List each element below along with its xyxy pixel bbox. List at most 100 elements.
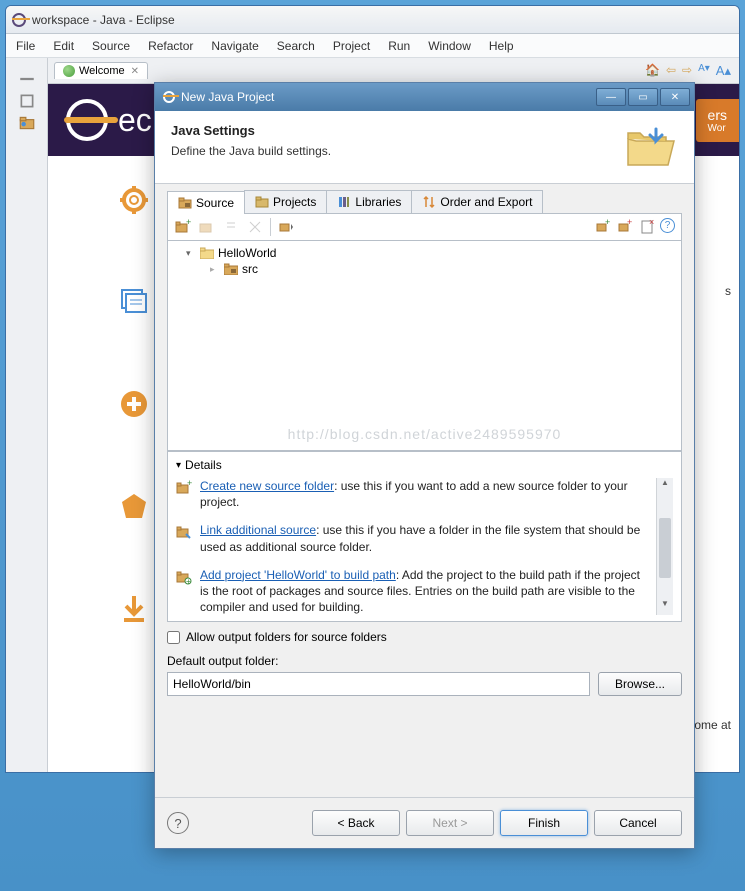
- back-button[interactable]: < Back: [312, 810, 400, 836]
- menu-run[interactable]: Run: [388, 39, 410, 53]
- add-project-icon: +: [176, 569, 192, 585]
- forward-icon[interactable]: ⇨: [682, 63, 692, 79]
- allow-output-checkbox-row[interactable]: Allow output folders for source folders: [167, 630, 682, 644]
- scroll-thumb[interactable]: [659, 518, 671, 578]
- menu-project[interactable]: Project: [333, 39, 370, 53]
- next-button[interactable]: Next >: [406, 810, 494, 836]
- detail-link-source: Link additional source: use this if you …: [176, 522, 648, 554]
- svg-text:+: +: [186, 219, 191, 227]
- back-icon[interactable]: ⇦: [666, 63, 676, 79]
- eclipse-titlebar: workspace - Java - Eclipse: [6, 6, 739, 34]
- menu-refactor[interactable]: Refactor: [148, 39, 193, 53]
- help-button[interactable]: ?: [167, 812, 189, 834]
- add-icon[interactable]: [118, 388, 150, 420]
- tab-source[interactable]: Source: [167, 191, 245, 214]
- download-icon[interactable]: [118, 592, 150, 624]
- menu-window[interactable]: Window: [428, 39, 471, 53]
- link-source-link[interactable]: Link additional source: [200, 523, 316, 537]
- minimize-button[interactable]: —: [596, 88, 626, 106]
- menu-navigate[interactable]: Navigate: [211, 39, 258, 53]
- projects-icon: [255, 195, 269, 209]
- project-folder-icon: [200, 247, 214, 259]
- maximize-button[interactable]: ▭: [628, 88, 658, 106]
- svg-text:×: ×: [649, 219, 654, 227]
- details-header[interactable]: ▾ Details: [176, 458, 673, 472]
- link-source-icon[interactable]: [198, 218, 216, 236]
- header-subtitle: Define the Java build settings.: [171, 144, 622, 158]
- badge-bottom: Wor: [708, 123, 727, 134]
- toggle-icon[interactable]: [277, 218, 295, 236]
- edit-icon[interactable]: [222, 218, 240, 236]
- tab-projects-label: Projects: [273, 195, 316, 209]
- add-project-link[interactable]: Add project 'HelloWorld' to build path: [200, 568, 396, 582]
- chevron-down-icon[interactable]: ▾: [186, 248, 196, 259]
- tutorials-icon[interactable]: [118, 286, 150, 318]
- create-source-link[interactable]: Create new source folder: [200, 479, 334, 493]
- home-icon[interactable]: 🏠: [645, 63, 660, 79]
- dialog-header: Java Settings Define the Java build sett…: [155, 111, 694, 184]
- allow-output-checkbox[interactable]: [167, 631, 180, 644]
- tab-libraries-label: Libraries: [355, 195, 401, 209]
- restore-icon[interactable]: [18, 92, 36, 110]
- tab-welcome[interactable]: Welcome ✕: [54, 62, 148, 79]
- default-output-input[interactable]: [167, 672, 590, 696]
- order-export-icon: [422, 195, 436, 209]
- svg-text:+: +: [605, 219, 610, 227]
- menu-search[interactable]: Search: [277, 39, 315, 53]
- cancel-button[interactable]: Cancel: [594, 810, 682, 836]
- menu-source[interactable]: Source: [92, 39, 130, 53]
- tab-projects[interactable]: Projects: [244, 190, 327, 213]
- window-controls: — ▭ ✕: [596, 88, 690, 106]
- tab-libraries[interactable]: Libraries: [326, 190, 412, 213]
- detail-add-project: + Add project 'HelloWorld' to build path…: [176, 567, 648, 616]
- build-path-tabs: Source Projects Libraries Order and Expo…: [167, 190, 682, 214]
- minimize-icon[interactable]: [18, 70, 36, 88]
- badge-top: ers: [708, 107, 727, 123]
- source-folder-icon: [224, 263, 238, 275]
- package-explorer-icon[interactable]: [18, 114, 36, 132]
- tree-project-row[interactable]: ▾ HelloWorld: [172, 245, 677, 261]
- tree-src-label: src: [242, 262, 258, 276]
- scroll-down-icon[interactable]: ▼: [657, 599, 673, 615]
- collapse-icon[interactable]: +: [616, 218, 634, 236]
- details-panel: ▾ Details + Create new source folder: us…: [167, 451, 682, 622]
- samples-icon[interactable]: [118, 490, 150, 522]
- finish-button[interactable]: Finish: [500, 810, 588, 836]
- link-source-folder-icon: [176, 524, 192, 540]
- gear-icon[interactable]: [118, 184, 150, 216]
- remove-icon[interactable]: [246, 218, 264, 236]
- side-text-1: s: [725, 284, 731, 298]
- source-tree[interactable]: ▾ HelloWorld ▸ src http://blog.csdn.net/…: [167, 241, 682, 451]
- detail-create-source: + Create new source folder: use this if …: [176, 478, 648, 510]
- browse-button[interactable]: Browse...: [598, 672, 682, 696]
- tab-order-export[interactable]: Order and Export: [411, 190, 543, 213]
- text-small-icon[interactable]: A▾: [698, 63, 710, 79]
- menu-help[interactable]: Help: [489, 39, 514, 53]
- close-button[interactable]: ✕: [660, 88, 690, 106]
- help-icon[interactable]: ?: [660, 218, 675, 233]
- expand-icon[interactable]: +: [594, 218, 612, 236]
- details-scrollbar[interactable]: ▲ ▼: [656, 478, 673, 615]
- scroll-up-icon[interactable]: ▲: [657, 478, 673, 494]
- tab-close-icon[interactable]: ✕: [131, 66, 139, 77]
- tree-project-label: HelloWorld: [218, 246, 276, 260]
- filter-icon[interactable]: ×: [638, 218, 656, 236]
- tab-source-label: Source: [196, 196, 234, 210]
- tabbar: Welcome ✕ 🏠 ⇦ ⇨ A▾ A▴: [48, 58, 739, 84]
- eclipse-large-logo-icon: [66, 99, 108, 141]
- add-folder-icon[interactable]: +: [174, 218, 192, 236]
- default-output-label: Default output folder:: [167, 654, 682, 668]
- text-large-icon[interactable]: A▴: [716, 63, 731, 79]
- menu-edit[interactable]: Edit: [53, 39, 74, 53]
- tree-src-row[interactable]: ▸ src: [172, 261, 677, 277]
- allow-output-label: Allow output folders for source folders: [186, 630, 387, 644]
- chevron-right-icon[interactable]: ▸: [210, 264, 220, 275]
- dialog-titlebar[interactable]: New Java Project — ▭ ✕: [155, 83, 694, 111]
- dialog-eclipse-icon: [163, 91, 175, 103]
- svg-text:+: +: [187, 480, 192, 488]
- svg-text:+: +: [627, 219, 632, 227]
- side-text-2: ome at: [694, 718, 731, 732]
- menu-file[interactable]: File: [16, 39, 35, 53]
- menubar: File Edit Source Refactor Navigate Searc…: [6, 34, 739, 58]
- chevron-down-icon[interactable]: ▾: [176, 460, 181, 471]
